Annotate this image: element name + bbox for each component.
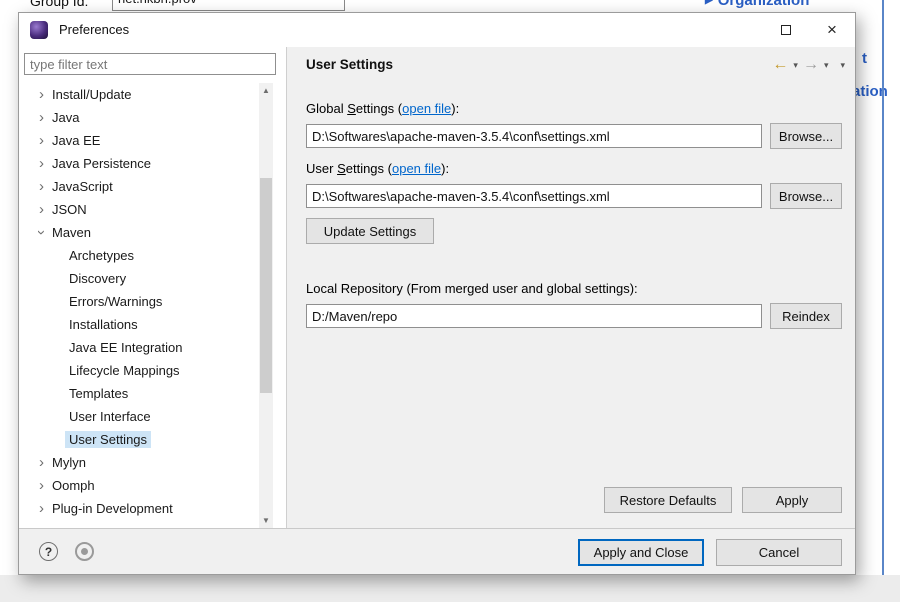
cancel-button[interactable]: Cancel bbox=[716, 539, 842, 566]
dialog-body: ›Install/Update ›Java ›Java EE ›Java Per… bbox=[19, 47, 855, 528]
back-menu-caret-icon[interactable]: ▾ bbox=[793, 60, 798, 71]
close-icon: × bbox=[827, 20, 837, 40]
chevron-down-icon[interactable]: › bbox=[30, 226, 53, 239]
maximize-button[interactable] bbox=[763, 13, 809, 47]
edge-text-fragment-top: t bbox=[862, 50, 867, 67]
reindex-button[interactable]: Reindex bbox=[770, 303, 842, 329]
page-title: User Settings bbox=[306, 47, 393, 83]
global-open-file-link[interactable]: open file bbox=[402, 101, 451, 116]
tree-item-json[interactable]: ›JSON bbox=[19, 198, 259, 221]
apply-and-close-button[interactable]: Apply and Close bbox=[578, 539, 704, 566]
tree-item-install-update[interactable]: ›Install/Update bbox=[19, 83, 259, 106]
close-button[interactable]: × bbox=[809, 13, 855, 47]
update-settings-button[interactable]: Update Settings bbox=[306, 218, 434, 244]
tree-item-user-interface[interactable]: User Interface bbox=[19, 405, 259, 428]
user-settings-input[interactable] bbox=[306, 184, 762, 208]
tree-item-archetypes[interactable]: Archetypes bbox=[19, 244, 259, 267]
global-browse-button[interactable]: Browse... bbox=[770, 123, 842, 149]
help-icon[interactable]: ? bbox=[39, 542, 58, 561]
user-settings-page: User Settings ← ▾ → ▾ ▾ Global Settings … bbox=[288, 47, 855, 528]
background-bottom-strip bbox=[0, 575, 900, 602]
section-arrow-icon: ▶ bbox=[705, 0, 713, 6]
tree-item-oomph[interactable]: ›Oomph bbox=[19, 474, 259, 497]
tree-item-mylyn[interactable]: ›Mylyn bbox=[19, 451, 259, 474]
chevron-right-icon[interactable]: › bbox=[35, 451, 48, 474]
filter-input[interactable] bbox=[24, 53, 276, 75]
local-repository-label: Local Repository (From merged user and g… bbox=[306, 281, 638, 299]
tree-item-java-ee[interactable]: ›Java EE bbox=[19, 129, 259, 152]
dialog-titlebar[interactable]: Preferences × bbox=[19, 13, 855, 47]
tree-item-java-ee-integration[interactable]: Java EE Integration bbox=[19, 336, 259, 359]
scrollbar-thumb[interactable] bbox=[260, 178, 272, 393]
scroll-down-icon[interactable]: ▼ bbox=[259, 513, 273, 528]
chevron-right-icon[interactable]: › bbox=[35, 175, 48, 198]
global-settings-input[interactable] bbox=[306, 124, 762, 148]
maximize-icon bbox=[781, 25, 791, 35]
history-nav: ← ▾ → ▾ ▾ bbox=[772, 47, 845, 83]
chevron-right-icon[interactable]: › bbox=[35, 497, 48, 520]
dialog-footer: ? Apply and Close Cancel bbox=[19, 528, 855, 574]
tree-item-templates[interactable]: Templates bbox=[19, 382, 259, 405]
tree-item-plug-in-development[interactable]: ›Plug-in Development bbox=[19, 497, 259, 520]
tree-item-installations[interactable]: Installations bbox=[19, 313, 259, 336]
recorder-dot-icon bbox=[81, 548, 88, 555]
user-browse-button[interactable]: Browse... bbox=[770, 183, 842, 209]
tree-item-discovery[interactable]: Discovery bbox=[19, 267, 259, 290]
preference-recorder-icon[interactable] bbox=[75, 542, 94, 561]
tree-item-javascript[interactable]: ›JavaScript bbox=[19, 175, 259, 198]
restore-defaults-button[interactable]: Restore Defaults bbox=[604, 487, 732, 513]
preferences-dialog: Preferences × ›Install/Update ›Java ›Jav… bbox=[18, 12, 856, 575]
eclipse-preferences-icon bbox=[30, 21, 48, 39]
tree-item-user-settings[interactable]: User Settings bbox=[19, 428, 259, 451]
chevron-right-icon[interactable]: › bbox=[35, 83, 48, 106]
apply-button[interactable]: Apply bbox=[742, 487, 842, 513]
tree-item-java[interactable]: ›Java bbox=[19, 106, 259, 129]
page-header: User Settings ← ▾ → ▾ ▾ bbox=[288, 47, 855, 83]
user-settings-label: User Settings (open file): bbox=[306, 161, 449, 179]
group-id-label: Group Id: bbox=[30, 0, 88, 9]
chevron-right-icon[interactable]: › bbox=[35, 198, 48, 221]
local-repository-input[interactable] bbox=[306, 304, 762, 328]
chevron-right-icon[interactable]: › bbox=[35, 106, 48, 129]
tree-item-java-persistence[interactable]: ›Java Persistence bbox=[19, 152, 259, 175]
window-title: Preferences bbox=[59, 13, 129, 47]
global-settings-label: Global Settings (open file): bbox=[306, 101, 459, 119]
organization-section-header[interactable]: ▶ Organization bbox=[705, 0, 809, 9]
user-open-file-link[interactable]: open file bbox=[392, 161, 441, 176]
scroll-up-icon[interactable]: ▲ bbox=[259, 83, 273, 98]
tree-scrollbar[interactable]: ▲ ▼ bbox=[259, 83, 273, 528]
back-icon[interactable]: ← bbox=[772, 56, 788, 74]
tree-item-errors-warnings[interactable]: Errors/Warnings bbox=[19, 290, 259, 313]
forward-icon[interactable]: → bbox=[803, 56, 819, 74]
chevron-right-icon[interactable]: › bbox=[35, 474, 48, 497]
tree-item-maven[interactable]: ›Maven bbox=[19, 221, 259, 244]
forward-menu-caret-icon[interactable]: ▾ bbox=[824, 60, 829, 71]
view-menu-caret-icon[interactable]: ▾ bbox=[840, 60, 845, 71]
chevron-right-icon[interactable]: › bbox=[35, 152, 48, 175]
organization-section-label: Organization bbox=[718, 0, 810, 9]
group-id-field[interactable]: net.hkbn.prov bbox=[112, 0, 345, 11]
tree-item-lifecycle-mappings[interactable]: Lifecycle Mappings bbox=[19, 359, 259, 382]
preferences-tree: ›Install/Update ›Java ›Java EE ›Java Per… bbox=[19, 83, 259, 528]
editor-edge-divider bbox=[882, 0, 884, 575]
preferences-tree-panel: ›Install/Update ›Java ›Java EE ›Java Per… bbox=[19, 47, 287, 528]
chevron-right-icon[interactable]: › bbox=[35, 129, 48, 152]
